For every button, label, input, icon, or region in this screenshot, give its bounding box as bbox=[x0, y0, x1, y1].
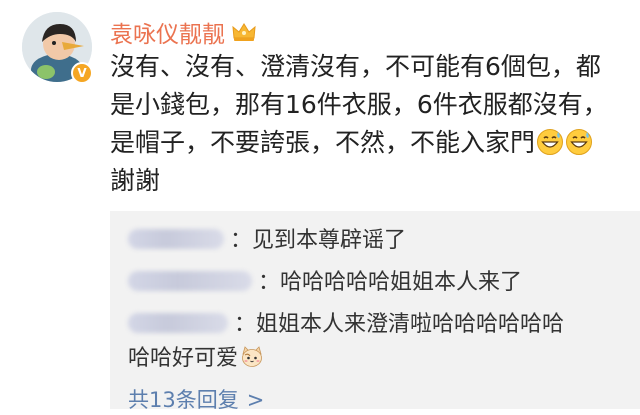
verified-badge-icon: V bbox=[71, 62, 93, 84]
post-body: 沒有、沒有、澄清沒有，不可能有6個包，都 是小錢包，那有16件衣服，6件衣服都沒… bbox=[110, 48, 630, 200]
reply-text-line2: 哈哈好可爱 bbox=[128, 346, 239, 371]
reply-separator: ： bbox=[258, 270, 281, 295]
reply-continuation: 哈哈好可爱 bbox=[128, 341, 264, 377]
reply-item[interactable]: ：姐姐本人来澄清啦哈哈哈哈哈哈 bbox=[128, 307, 564, 343]
username[interactable]: 袁咏仪靓靓 bbox=[110, 15, 225, 49]
cat-face-emoji-icon bbox=[242, 346, 262, 367]
replies-panel: ：见到本尊辟谣了 ：哈哈哈哈哈姐姐本人来了 ：姐姐本人来澄清啦哈哈哈哈哈哈 哈哈… bbox=[110, 211, 640, 412]
more-replies-label: 共13条回复 bbox=[128, 388, 239, 412]
post-line-1: 沒有、沒有、澄清沒有，不可能有6個包，都 bbox=[110, 52, 601, 81]
reply-item[interactable]: ：哈哈哈哈哈姐姐本人来了 bbox=[128, 265, 522, 301]
reply-text: 哈哈哈哈哈姐姐本人来了 bbox=[280, 270, 523, 295]
reply-separator: ： bbox=[230, 228, 253, 253]
blurred-username bbox=[128, 271, 252, 291]
view-more-replies-link[interactable]: 共13条回复 > bbox=[128, 385, 264, 415]
username-row: 袁咏仪靓靓 bbox=[110, 14, 257, 50]
grinning-sweat-emoji-icon bbox=[566, 129, 593, 155]
reply-text: 见到本尊辟谣了 bbox=[252, 228, 407, 253]
weibo-post: V 袁咏仪靓靓 沒有、沒有、澄清沒有，不可能有6個包，都 是小錢包，那有16件衣… bbox=[0, 0, 640, 412]
post-line-4: 謝謝 bbox=[110, 166, 161, 195]
reply-separator: ： bbox=[234, 312, 257, 337]
grinning-sweat-emoji-icon bbox=[537, 129, 564, 155]
blurred-username bbox=[128, 313, 228, 333]
post-line-3: 是帽子，不要誇張，不然，不能入家門 bbox=[110, 124, 630, 162]
reply-text-line1: 姐姐本人来澄清啦哈哈哈哈哈哈 bbox=[256, 312, 565, 337]
blurred-username bbox=[128, 229, 224, 249]
reply-item[interactable]: ：见到本尊辟谣了 bbox=[128, 223, 406, 259]
post-line-2: 是小錢包，那有16件衣服，6件衣服都沒有， bbox=[110, 90, 608, 119]
crown-icon bbox=[232, 23, 256, 41]
chevron-right-icon: > bbox=[246, 388, 265, 412]
post-line-3-text: 是帽子，不要誇張，不然，不能入家門 bbox=[110, 128, 536, 157]
